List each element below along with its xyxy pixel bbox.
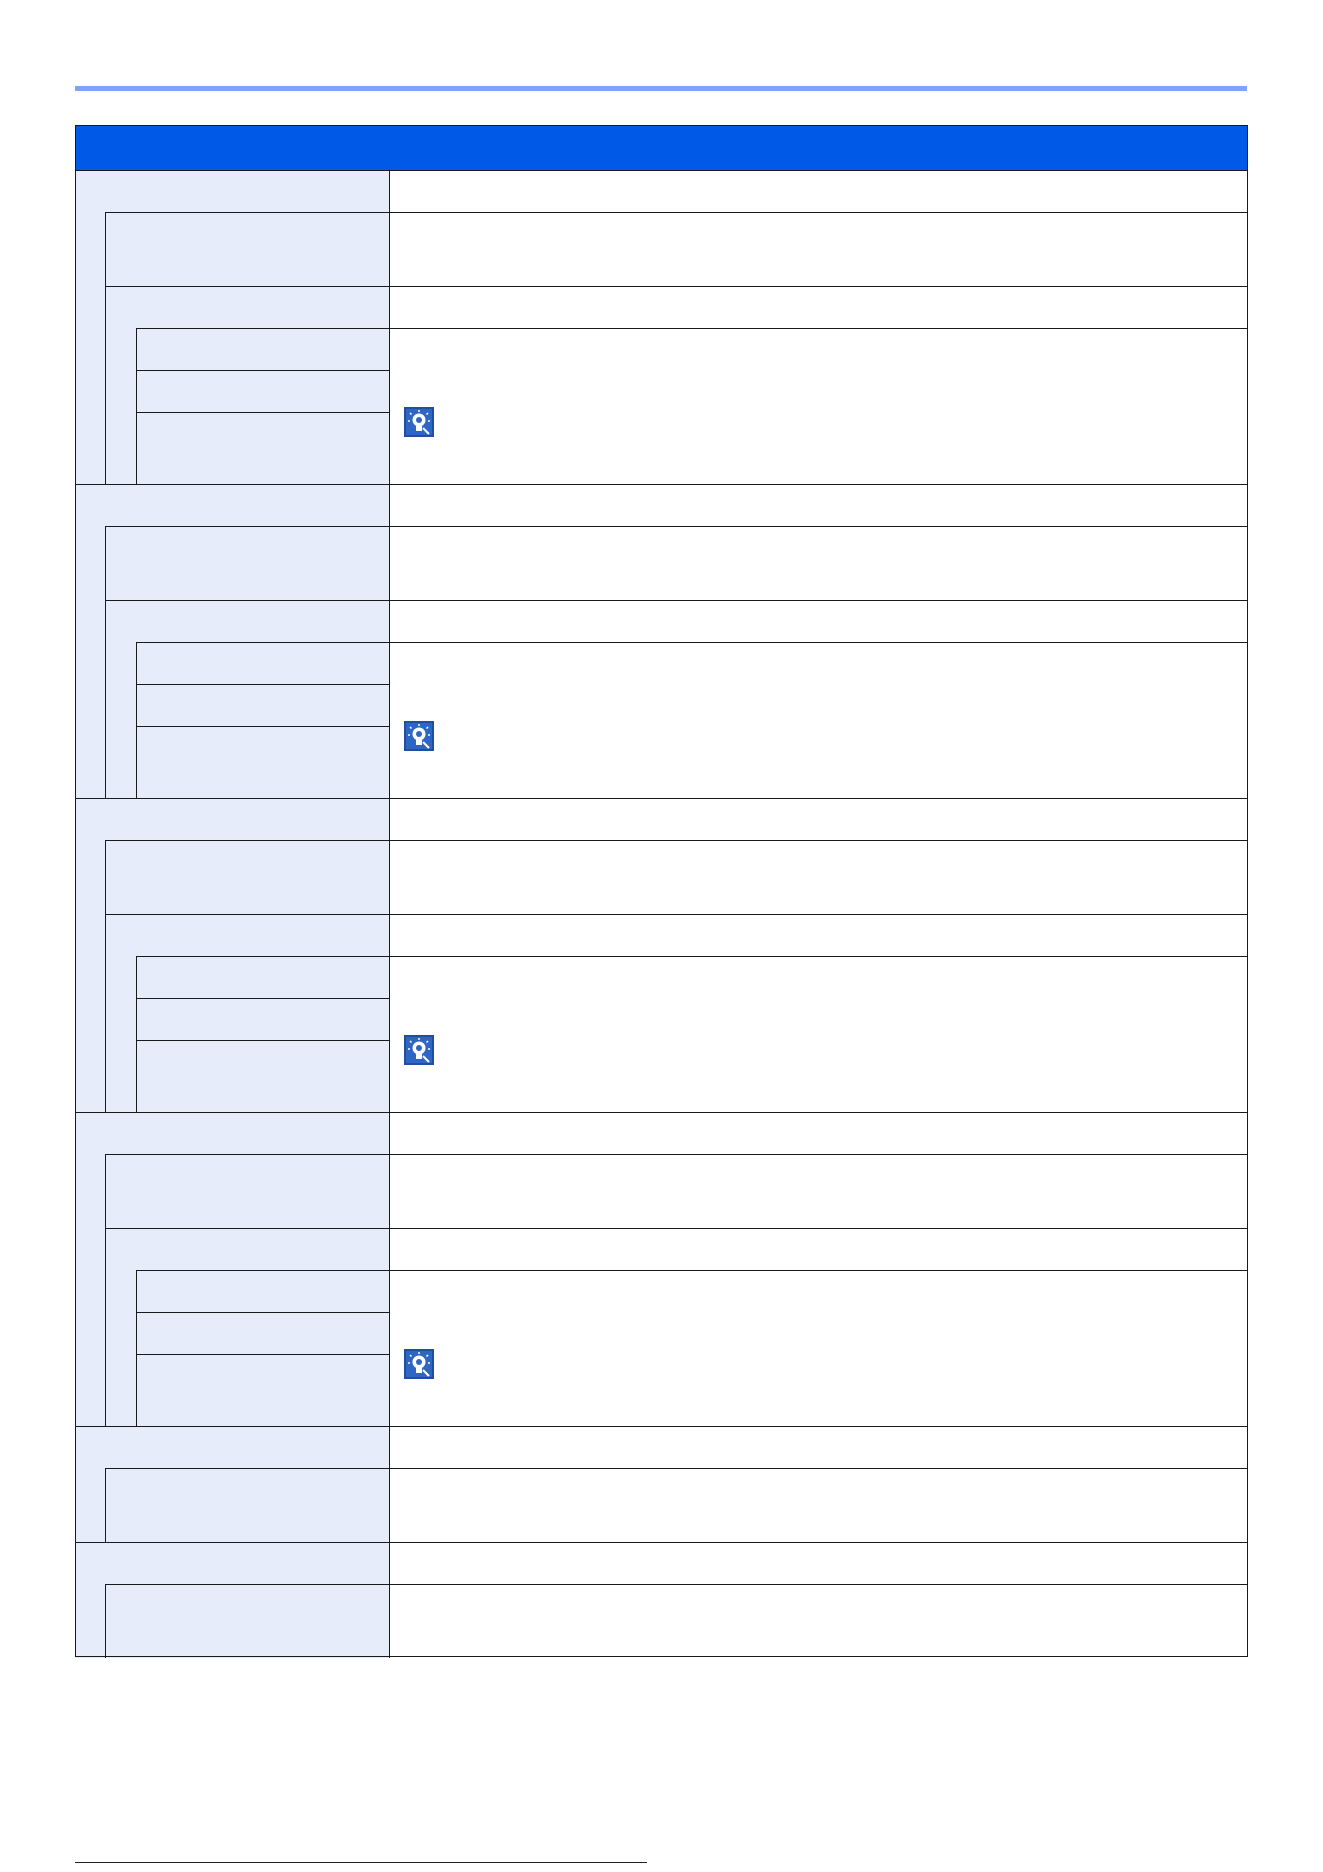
group-description — [389, 170, 1248, 212]
group-indent — [75, 1584, 106, 1658]
option-label — [137, 726, 389, 798]
setting-description — [389, 526, 1248, 600]
settings-table — [0, 0, 1323, 1872]
option-label — [137, 370, 389, 412]
setting-description — [389, 212, 1248, 286]
group-label — [75, 1112, 389, 1154]
setting-description — [389, 600, 1248, 642]
group-indent — [75, 212, 106, 484]
setting-label — [106, 1154, 389, 1228]
lightbulb-hint-icon — [404, 1349, 434, 1379]
lightbulb-hint-icon — [404, 721, 434, 751]
option-label — [137, 684, 389, 726]
group-description — [389, 1112, 1248, 1154]
option-label — [137, 328, 389, 370]
option-indent — [106, 642, 137, 798]
footer-rule — [75, 1862, 647, 1863]
option-label — [137, 998, 389, 1040]
group-indent — [75, 1154, 106, 1426]
group-description — [389, 484, 1248, 526]
setting-description — [389, 1584, 1248, 1658]
option-label — [137, 1270, 389, 1312]
lightbulb-hint-icon — [404, 407, 434, 437]
setting-label — [106, 212, 389, 286]
group-description — [389, 1542, 1248, 1584]
group-indent — [75, 526, 106, 798]
setting-label — [106, 1468, 389, 1542]
option-indent — [106, 328, 137, 484]
group-label — [75, 170, 389, 212]
setting-description — [389, 1228, 1248, 1270]
group-label — [75, 484, 389, 526]
setting-description — [389, 1154, 1248, 1228]
setting-label — [106, 286, 389, 328]
option-label — [137, 956, 389, 998]
options-description — [389, 1270, 1248, 1426]
setting-label — [106, 526, 389, 600]
group-label — [75, 1426, 389, 1468]
lightbulb-hint-icon — [404, 1035, 434, 1065]
option-indent — [106, 1270, 137, 1426]
setting-description — [389, 914, 1248, 956]
option-label — [137, 1312, 389, 1354]
group-label — [75, 1542, 389, 1584]
option-label — [137, 642, 389, 684]
group-indent — [75, 1468, 106, 1542]
setting-label — [106, 1584, 389, 1658]
group-description — [389, 1426, 1248, 1468]
option-label — [137, 412, 389, 484]
options-description — [389, 956, 1248, 1112]
options-description — [389, 642, 1248, 798]
option-indent — [106, 956, 137, 1112]
table-header-description — [389, 125, 1248, 170]
group-label — [75, 798, 389, 840]
setting-description — [389, 1468, 1248, 1542]
option-label — [137, 1040, 389, 1112]
group-description — [389, 798, 1248, 840]
option-label — [137, 1354, 389, 1426]
setting-label — [106, 914, 389, 956]
setting-description — [389, 286, 1248, 328]
group-indent — [75, 840, 106, 1112]
setting-description — [389, 840, 1248, 914]
table-header-setting — [75, 125, 389, 170]
options-description — [389, 328, 1248, 484]
setting-label — [106, 840, 389, 914]
setting-label — [106, 1228, 389, 1270]
setting-label — [106, 600, 389, 642]
